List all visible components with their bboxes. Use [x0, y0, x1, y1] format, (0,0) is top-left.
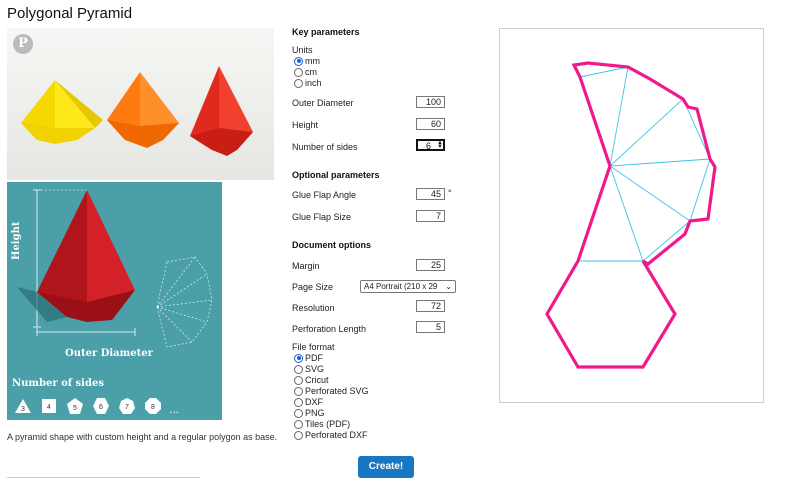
outer-diameter-label: Outer Diameter	[65, 348, 153, 359]
description-text: A pyramid shape with custom height and a…	[7, 432, 278, 442]
octagon-icon: 8	[145, 398, 161, 414]
optional-parameters-heading: Optional parameters	[292, 170, 380, 180]
pinterest-icon[interactable]: P	[13, 34, 33, 54]
format-perforated-dxf-radio[interactable]: Perforated DXF	[294, 430, 368, 440]
height-input[interactable]: 60	[416, 118, 445, 130]
resolution-label: Resolution	[292, 303, 335, 313]
format-pdf-radio[interactable]: PDF	[294, 353, 323, 363]
resolution-input[interactable]: 72	[416, 300, 445, 312]
height-field-label: Height	[292, 120, 319, 130]
svg-text:8: 8	[151, 404, 155, 411]
pyramid-diagram: Height Outer Diameter Number of sides 3 …	[7, 182, 222, 420]
flap-angle-label: Glue Flap Angle	[292, 190, 357, 200]
format-tiles-pdf-radio[interactable]: Tiles (PDF)	[294, 419, 350, 429]
format-perforated-svg-radio[interactable]: Perforated SVG	[294, 386, 369, 396]
svg-text:6: 6	[99, 404, 103, 411]
key-parameters-heading: Key parameters	[292, 27, 360, 37]
radio-icon	[294, 397, 303, 407]
chevron-down-icon: ⌄	[445, 282, 452, 291]
svg-text:5: 5	[73, 405, 77, 412]
pentagon-icon: 5	[67, 398, 83, 414]
flap-angle-input[interactable]: 45	[416, 188, 445, 200]
triangle-icon: 3	[15, 399, 31, 413]
pyramid-photo: P	[7, 28, 274, 180]
page-size-label: Page Size	[292, 282, 334, 292]
heptagon-icon: 7	[119, 398, 135, 414]
outer-diameter-field-label: Outer Diameter	[292, 98, 354, 108]
unit-cm-radio[interactable]: cm	[294, 67, 317, 77]
unit-inch-radio[interactable]: inch	[294, 78, 322, 88]
outer-diameter-input[interactable]: 100	[416, 96, 445, 108]
number-of-sides-label: Number of sides	[12, 378, 104, 389]
radio-icon	[294, 430, 303, 440]
flap-size-input[interactable]: 7	[416, 210, 445, 222]
document-options-heading: Document options	[292, 240, 371, 250]
radio-icon	[294, 386, 303, 396]
units-label: Units	[292, 45, 313, 55]
format-png-radio[interactable]: PNG	[294, 408, 325, 418]
format-label: SVG	[305, 364, 325, 374]
height-label: Height	[11, 221, 22, 261]
format-dxf-radio[interactable]: DXF	[294, 397, 323, 407]
divider	[7, 477, 200, 478]
margin-input[interactable]: 25	[416, 259, 445, 271]
format-label: Perforated SVG	[305, 386, 369, 396]
perforation-input[interactable]: 5	[416, 321, 445, 333]
format-label: PNG	[305, 408, 325, 418]
net-preview	[499, 28, 764, 403]
radio-icon	[294, 353, 303, 363]
format-svg-radio[interactable]: SVG	[294, 364, 324, 374]
page-title: Polygonal Pyramid	[7, 5, 133, 22]
perforation-label: Perforation Length	[292, 324, 367, 334]
radio-icon	[294, 56, 303, 66]
square-icon: 4	[42, 399, 56, 413]
svg-text:4: 4	[47, 404, 51, 411]
format-label: DXF	[305, 397, 323, 407]
format-label: Perforated DXF	[305, 430, 368, 440]
radio-icon	[294, 78, 303, 88]
unit-inch-label: inch	[305, 78, 322, 88]
radio-icon	[294, 408, 303, 418]
page-size-select[interactable]: A4 Portrait (210 x 29 ⌄	[360, 280, 456, 293]
flap-size-label: Glue Flap Size	[292, 212, 352, 222]
hexagon-icon: 6	[93, 398, 109, 414]
sides-field-label: Number of sides	[292, 142, 358, 152]
unit-cm-label: cm	[305, 67, 317, 77]
stepper-arrows-icon[interactable]: ▲ ▼	[437, 140, 443, 150]
unit-mm-label: mm	[305, 56, 320, 66]
margin-label: Margin	[292, 261, 320, 271]
radio-icon	[294, 419, 303, 429]
side-count-icons: 3 4 5 6 7 8 ...	[13, 396, 179, 420]
unit-mm-radio[interactable]: mm	[294, 56, 320, 66]
page-size-value: A4 Portrait (210 x 29	[364, 282, 438, 291]
format-label: PDF	[305, 353, 323, 363]
radio-icon	[294, 375, 303, 385]
file-format-label: File format	[292, 342, 335, 352]
radio-icon	[294, 67, 303, 77]
radio-icon	[294, 364, 303, 374]
format-cricut-radio[interactable]: Cricut	[294, 375, 329, 385]
degree-unit: °	[448, 188, 452, 198]
svg-text:3: 3	[21, 406, 25, 413]
more-sides-ellipsis: ...	[169, 402, 180, 416]
svg-text:7: 7	[125, 404, 129, 411]
format-label: Cricut	[305, 375, 329, 385]
create-button[interactable]: Create!	[358, 456, 414, 478]
format-label: Tiles (PDF)	[305, 419, 351, 429]
